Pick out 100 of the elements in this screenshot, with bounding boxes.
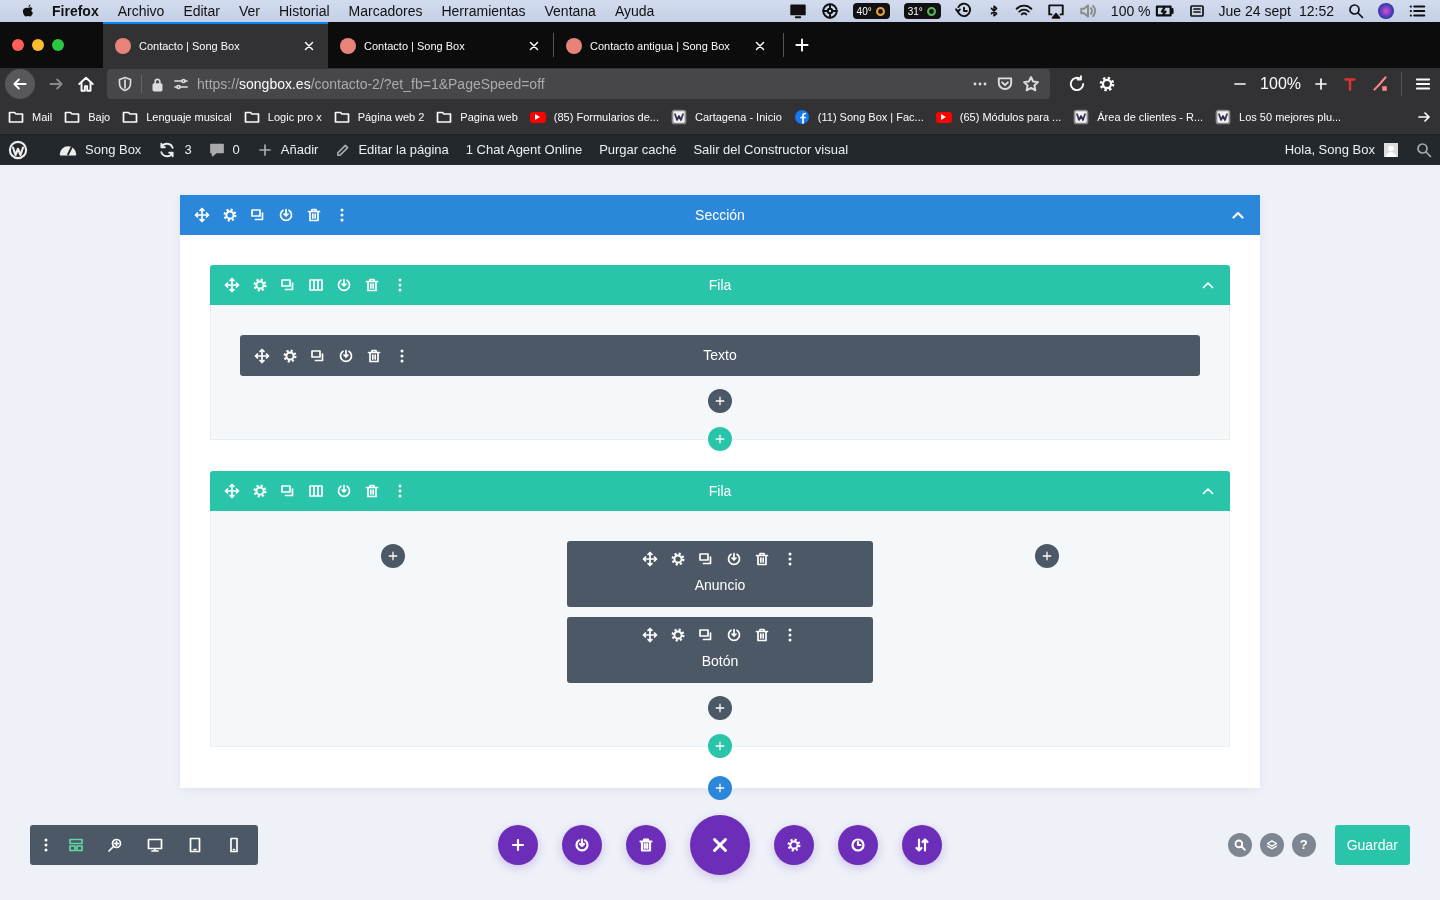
move-icon[interactable]	[642, 627, 658, 643]
browser-tab[interactable]: Contacto | Song Box	[328, 22, 553, 68]
back-button[interactable]	[5, 69, 35, 99]
settings-icon[interactable]	[1098, 75, 1116, 93]
search-button[interactable]	[1227, 833, 1252, 857]
settings-button[interactable]	[774, 825, 814, 865]
temperature-badge[interactable]: 40°	[852, 3, 890, 19]
delete-button[interactable]	[626, 825, 666, 865]
bookmark-link[interactable]: (11) Song Box | Fac...	[817, 108, 924, 126]
menu-item[interactable]: Editar	[183, 0, 220, 22]
menu-item[interactable]: Ventana	[544, 0, 596, 22]
power-icon[interactable]	[726, 627, 742, 643]
text-tool-icon[interactable]	[1341, 75, 1359, 93]
date-text[interactable]: Jue 24 sept	[1218, 0, 1291, 22]
admin-bar-link[interactable]: Purgar caché	[599, 140, 677, 160]
logo-icon[interactable]	[8, 140, 28, 160]
browser-tab[interactable]: Contacto | Song Box	[103, 22, 328, 68]
admin-bar-link[interactable]: 0	[232, 140, 240, 160]
bookmark-link[interactable]: Los 50 mejores plu...	[1239, 108, 1342, 126]
trash-icon[interactable]	[754, 627, 770, 643]
settings-icon[interactable]	[670, 627, 686, 643]
minimize-window-button[interactable]	[32, 39, 44, 51]
add-module-button[interactable]	[708, 389, 732, 413]
trash-icon[interactable]	[366, 347, 382, 364]
admin-bar-link[interactable]: 3	[184, 140, 192, 160]
menu-item[interactable]: Archivo	[117, 0, 165, 22]
greeting-link[interactable]: Hola, Song Box	[1284, 140, 1375, 160]
keyboard-icon[interactable]	[1188, 3, 1205, 19]
bookmark-link[interactable]: Mail	[32, 108, 53, 126]
admin-bar-link[interactable]: Editar la página	[358, 140, 449, 160]
bookmark-link[interactable]: (65) Módulos para ...	[959, 108, 1062, 126]
temperature-badge[interactable]: 31°	[903, 3, 941, 19]
bookmark-link[interactable]: Área de clientes - R...	[1097, 108, 1204, 126]
menu-item[interactable]: Ayuda	[614, 0, 655, 22]
add-module-button[interactable]	[708, 696, 732, 720]
search-icon[interactable]	[1348, 3, 1364, 19]
move-icon[interactable]	[194, 207, 210, 223]
search-icon[interactable]	[1416, 142, 1432, 158]
history-button[interactable]	[838, 825, 878, 865]
duplicate-icon[interactable]	[250, 207, 266, 223]
load-button[interactable]	[562, 825, 602, 865]
maximize-window-button[interactable]	[52, 39, 64, 51]
module-block[interactable]: Texto	[240, 335, 1200, 376]
new-tab-icon[interactable]	[793, 36, 811, 54]
volume-icon[interactable]	[1078, 2, 1097, 20]
reorder-button[interactable]	[902, 825, 942, 865]
browser-tab[interactable]: Contacto antigua | Song Box	[554, 22, 779, 68]
menu-item[interactable]: Ver	[238, 0, 260, 22]
star-icon[interactable]	[1022, 75, 1040, 93]
address-bar[interactable]: https://songbox.es/contacto-2/?et_fb=1&PageSpeed=off	[107, 69, 1050, 99]
airplay-icon[interactable]	[1046, 2, 1065, 20]
admin-bar-link[interactable]: Salir del Constructor visual	[693, 140, 849, 160]
menu-item[interactable]: Marcadores	[348, 0, 423, 22]
menu-item[interactable]: Herramientas	[441, 0, 526, 22]
settings-icon[interactable]	[670, 551, 686, 567]
bookmark-link[interactable]: Cartagena - Inicio	[694, 108, 782, 126]
home-icon[interactable]	[77, 75, 95, 93]
power-icon[interactable]	[726, 551, 742, 567]
bookmark-link[interactable]: Lenguaje musical	[146, 108, 232, 126]
bookmark-link[interactable]: Pagina web	[460, 108, 518, 126]
bookmark-link[interactable]: Bajo	[88, 108, 111, 126]
bookmark-link[interactable]: Página web 2	[357, 108, 425, 126]
module-block[interactable]: Botón	[567, 617, 873, 683]
duplicate-icon[interactable]	[698, 627, 714, 643]
move-icon[interactable]	[254, 347, 270, 364]
close-window-button[interactable]	[12, 39, 24, 51]
settings-icon[interactable]	[282, 347, 298, 364]
layers-button[interactable]	[1259, 833, 1284, 857]
apple-icon[interactable]	[20, 3, 36, 19]
more-bookmarks-icon[interactable]	[1416, 109, 1432, 125]
zoom-level[interactable]: 100%	[1260, 72, 1301, 96]
siri-icon[interactable]	[1378, 3, 1394, 19]
power-icon[interactable]	[338, 347, 354, 364]
add-section-button[interactable]	[708, 776, 732, 800]
pocket-icon[interactable]	[996, 75, 1014, 93]
admin-bar-link[interactable]: 1 Chat Agent Online	[465, 140, 583, 160]
help-button[interactable]: ?	[1291, 833, 1316, 857]
trash-icon[interactable]	[306, 207, 322, 223]
admin-bar-link[interactable]: Añadir	[280, 140, 319, 160]
time-text[interactable]: 12:52	[1298, 0, 1334, 22]
module-block[interactable]: Anuncio	[567, 541, 873, 607]
move-icon[interactable]	[642, 551, 658, 567]
clock-icon[interactable]	[954, 2, 973, 20]
duplicate-icon[interactable]	[310, 347, 326, 364]
add-module-button[interactable]	[1035, 544, 1059, 568]
add-module-button[interactable]	[381, 544, 405, 568]
close-button[interactable]	[690, 815, 750, 875]
menu-title[interactable]: Firefox	[52, 0, 99, 22]
list-icon[interactable]	[1408, 2, 1426, 20]
power-icon[interactable]	[278, 207, 294, 223]
duplicate-icon[interactable]	[698, 551, 714, 567]
bookmark-link[interactable]: (85) Formularios de...	[553, 108, 659, 126]
menu-item[interactable]: Historial	[278, 0, 330, 22]
trash-icon[interactable]	[754, 551, 770, 567]
zoom-in-icon[interactable]	[1313, 76, 1329, 92]
pen-icon[interactable]	[1371, 75, 1389, 93]
add-button[interactable]	[498, 825, 538, 865]
battery-percentage[interactable]: 100 %	[1110, 0, 1151, 22]
display-icon[interactable]	[788, 2, 807, 20]
reload-icon[interactable]	[1068, 75, 1086, 93]
